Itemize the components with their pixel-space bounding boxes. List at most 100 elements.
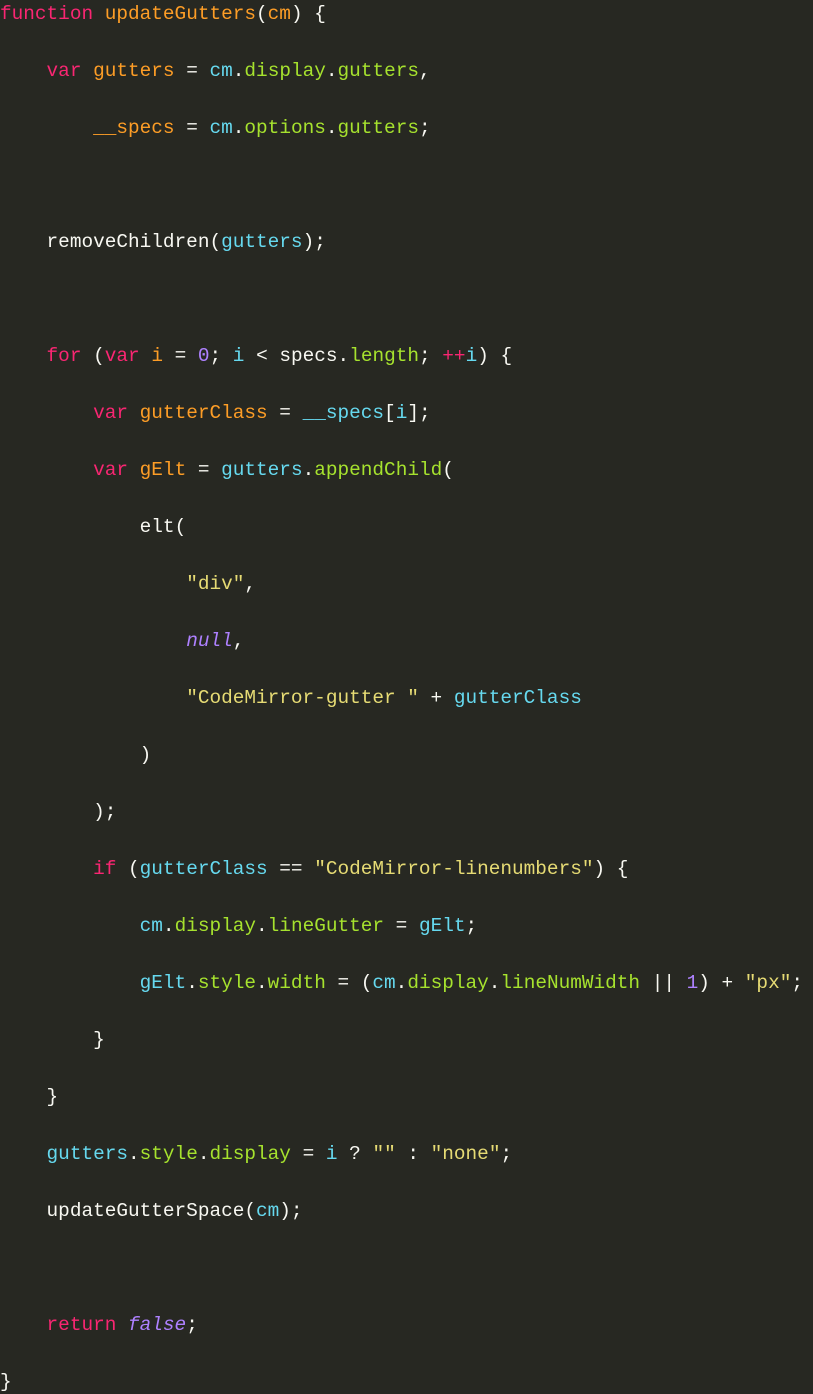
code-line[interactable]: removeChildren(gutters); [0,228,813,256]
code-line[interactable]: elt( [0,513,813,541]
code-line[interactable]: function updateGutters(cm) { [0,0,813,28]
code-line[interactable]: "div", [0,570,813,598]
token-keyword: var [93,402,129,424]
token-plain: . [232,117,245,139]
token-plain: = [384,915,419,937]
code-line[interactable]: gutters.style.display = i ? "" : "none"; [0,1140,813,1168]
token-variable: cm [372,972,396,994]
code-line[interactable]: null, [0,627,813,655]
token-string: "CodeMirror-linenumbers" [314,858,594,880]
code-line[interactable]: cm.display.lineGutter = gElt; [0,912,813,940]
token-plain: ; [791,972,803,994]
token-property: width [267,972,326,994]
token-variable: cm [209,60,233,82]
token-plain: ( [442,459,454,481]
token-plain: ); [279,1200,303,1222]
code-line[interactable]: updateGutterSpace(cm); [0,1197,813,1225]
code-line[interactable]: var gElt = gutters.appendChild( [0,456,813,484]
token-plain: . [128,1143,140,1165]
token-plain: updateGutterSpace [46,1200,245,1222]
token-plain: removeChildren [46,231,210,253]
code-line[interactable]: ​ [0,285,813,313]
token-keyword: for [46,345,82,367]
token-plain: . [232,60,245,82]
code-line[interactable]: for (var i = 0; i < specs.length; ++i) { [0,342,813,370]
code-line[interactable]: var gutters = cm.display.gutters, [0,57,813,85]
token-plain: . [325,60,338,82]
token-plain: elt [139,516,175,538]
token-plain: ( [256,3,268,25]
code-line[interactable]: } [0,1368,813,1394]
token-variable: gElt [139,972,187,994]
token-plain: ); [302,231,326,253]
token-param: cm [267,3,291,25]
token-declared-variable: gutters [93,60,175,82]
token-variable: i [395,402,408,424]
code-line[interactable]: __specs = cm.options.gutters; [0,114,813,142]
token-property: display [244,60,326,82]
token-variable: __specs [302,402,385,424]
token-property: display [209,1143,291,1165]
token-property: display [174,915,257,937]
token-property: style [139,1143,198,1165]
token-plain: . [256,915,268,937]
code-line[interactable]: "CodeMirror-gutter " + gutterClass [0,684,813,712]
code-viewer[interactable]: function updateGutters(cm) { var gutters… [0,0,813,1393]
code-line[interactable]: return false; [0,1311,813,1339]
code-line[interactable]: ​ [0,1254,813,1282]
token-function-name: updateGutters [104,3,257,25]
token-plain: . [302,459,315,481]
code-line[interactable]: } [0,1026,813,1054]
token-variable: gutters [221,459,303,481]
code-line[interactable]: ​ [0,171,813,199]
token-plain: . [325,117,338,139]
token-property: lineNumWidth [500,972,641,994]
code-line[interactable]: gElt.style.width = (cm.display.lineNumWi… [0,969,813,997]
code-line[interactable]: var gutterClass = __specs[i]; [0,399,813,427]
token-plain: . [256,972,268,994]
code-line[interactable]: ); [0,798,813,826]
token-plain: . [488,972,501,994]
token-keyword: return [46,1314,117,1336]
code-line[interactable]: if (gutterClass == "CodeMirror-linenumbe… [0,855,813,883]
token-plain: } [46,1086,59,1108]
token-property: length [349,345,420,367]
token-plain: ; [209,345,233,367]
token-plain: ; [418,117,431,139]
token-string: "" [372,1143,396,1165]
code-listing[interactable]: function updateGutters(cm) { var gutters… [0,0,813,1394]
code-line[interactable]: ) [0,741,813,769]
token-plain: ( [244,1200,257,1222]
token-plain: , [419,60,431,82]
code-line[interactable]: } [0,1083,813,1111]
token-variable: i [325,1143,338,1165]
token-keyword: var [46,60,82,82]
token-plain: || [640,972,687,994]
token-plain: : [395,1143,431,1165]
token-variable: gutterClass [139,858,268,880]
token-plain: ; [500,1143,513,1165]
token-keyword: function [0,3,94,25]
token-plain: . [162,915,175,937]
token-plain: ]; [407,402,431,424]
token-string: "CodeMirror-gutter " [186,687,419,709]
token-number: 0 [197,345,210,367]
token-plain: ; [419,345,443,367]
token-plain: ; [465,915,478,937]
token-plain: == [267,858,315,880]
token-declared-variable: gElt [139,459,187,481]
token-plain: . [186,972,198,994]
